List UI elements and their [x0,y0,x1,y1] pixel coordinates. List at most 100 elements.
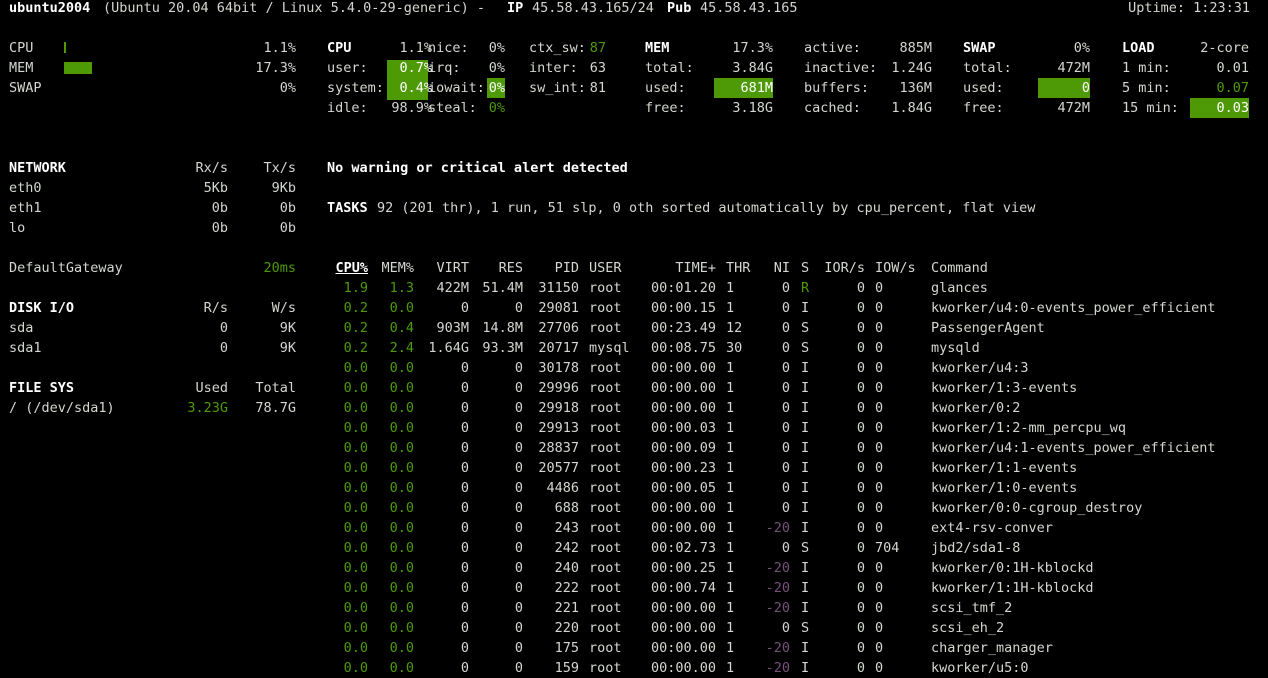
mem-free: 3.18G [732,100,773,116]
proc-io-write: 0 [875,320,884,336]
col-pid-header[interactable]: PID [528,258,579,278]
proc-threads: 1 [726,480,735,496]
proc-mem: 0.0 [389,420,414,436]
proc-mem: 0.0 [389,440,414,456]
proc-cpu: 0.2 [343,340,368,356]
proc-mem: 0.0 [389,660,414,676]
proc-res: 0 [514,380,523,396]
col-s-header[interactable]: S [801,258,809,278]
proc-threads: 1 [726,620,735,636]
proc-nice: -20 [765,600,790,616]
proc-io-write: 0 [875,520,884,536]
proc-res: 0 [514,640,523,656]
col-command-header[interactable]: Command [931,258,988,278]
proc-pid: 242 [554,540,579,556]
proc-mem: 0.0 [389,540,414,556]
proc-nice: 0 [781,360,790,376]
proc-cpu: 0.2 [343,320,368,336]
mem-title: MEM [645,40,670,56]
proc-pid: 240 [554,560,579,576]
col-user-header[interactable]: USER [589,258,622,278]
proc-pid: 4486 [546,480,579,496]
proc-mem: 0.0 [389,300,414,316]
cpu-steal: 0% [488,100,505,116]
proc-status: I [801,480,810,496]
disk-read: 0 [219,340,228,356]
col-mem-header[interactable]: MEM% [374,258,414,278]
ip-address: 45.58.43.165/24 [532,0,654,16]
network-iface-rx: 5Kb [203,180,228,196]
load-5min: 0.07 [1216,80,1249,96]
load-1min: 0.01 [1216,60,1249,76]
cpu-user: 0.7% [399,60,432,76]
proc-mem: 0.0 [389,560,414,576]
proc-nice: -20 [765,660,790,676]
proc-virt: 0 [460,460,469,476]
proc-command: kworker/1:3-events [931,380,1078,396]
proc-cpu: 0.0 [343,620,368,636]
proc-io-write: 0 [875,500,884,516]
cpu-nice-label: nice: [428,40,469,56]
col-ior-header[interactable]: IOR/s [815,258,865,278]
load-15min: 0.03 [1190,98,1249,118]
alert-message: No warning or critical alert detected [327,160,628,176]
proc-time: 00:00.09 [650,440,716,456]
proc-cpu: 0.0 [343,640,368,656]
col-cpu-header[interactable]: CPU% [327,258,368,278]
proc-user: root [589,600,622,616]
proc-threads: 1 [726,440,735,456]
proc-nice: 0 [781,420,790,436]
proc-time: 00:02.73 [650,540,716,556]
proc-nice: -20 [765,520,790,536]
col-iow-header[interactable]: IOW/s [875,258,916,278]
proc-virt: 0 [460,360,469,376]
proc-io-read: 0 [856,560,865,576]
proc-time: 00:00.15 [650,300,716,316]
proc-user: root [589,320,622,336]
proc-threads: 1 [726,520,735,536]
mem-buffers-label: buffers: [804,80,870,96]
proc-user: root [589,300,622,316]
disk-name: sda [9,320,34,336]
mem-active: 885M [899,40,932,56]
fs-total: 78.7G [255,400,296,416]
proc-pid: 29913 [538,420,579,436]
proc-status: I [801,400,810,416]
disk-write: 9K [279,320,296,336]
proc-pid: 31150 [538,280,579,296]
proc-threads: 1 [726,400,735,416]
proc-threads: 1 [726,660,735,676]
col-res-header[interactable]: RES [474,258,523,278]
quicklook-cpu-bar [64,42,66,53]
network-iface-rx: 0b [211,220,228,236]
swap-used: 0 [1038,78,1090,98]
quicklook-mem-value: 17.3% [255,60,296,76]
proc-time: 00:00.00 [650,400,716,416]
proc-res: 0 [514,440,523,456]
col-thr-header[interactable]: THR [726,258,750,278]
proc-mem: 0.0 [389,400,414,416]
proc-io-read: 0 [856,520,865,536]
load-15min-label: 15 min: [1122,100,1179,116]
proc-user: root [589,400,622,416]
load-cores: 2-core [1200,40,1249,56]
proc-user: root [589,440,622,456]
quicklook-cpu-value: 1.1% [263,40,296,56]
proc-status: S [801,340,810,356]
proc-nice: 0 [781,440,790,456]
col-ni-header[interactable]: NI [755,258,790,278]
disk-write-header: W/s [271,300,296,316]
col-time-header[interactable]: TIME+ [640,258,716,278]
proc-io-read: 0 [856,500,865,516]
network-iface-name: eth0 [9,180,42,196]
proc-status: I [801,640,810,656]
swap-pct: 0% [1073,40,1090,56]
col-virt-header[interactable]: VIRT [420,258,469,278]
proc-res: 0 [514,300,523,316]
proc-io-read: 0 [856,540,865,556]
ip-label: IP [507,0,524,16]
proc-io-read: 0 [856,380,865,396]
proc-nice: 0 [781,500,790,516]
proc-status: I [801,420,810,436]
proc-pid: 20577 [538,460,579,476]
